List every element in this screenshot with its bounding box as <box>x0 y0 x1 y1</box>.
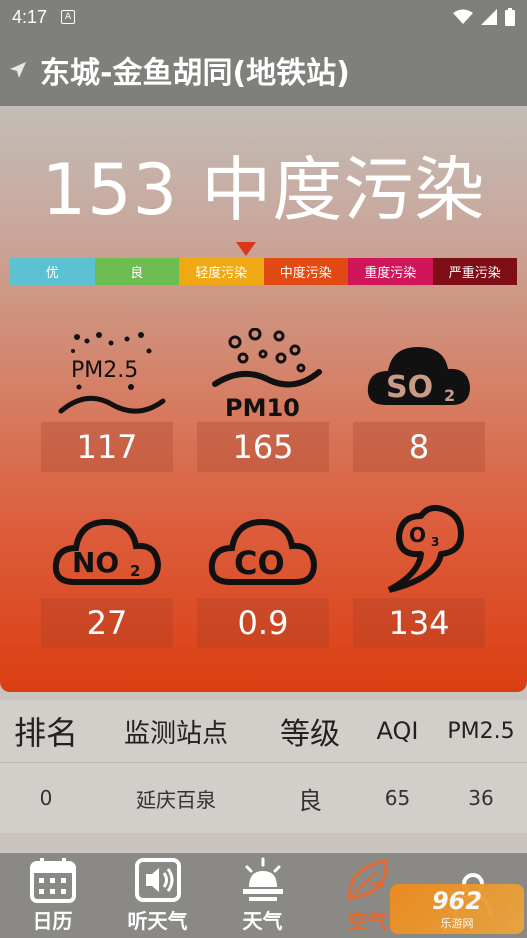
watermark-logo: 962 乐游网 <box>390 884 524 934</box>
pollutant-o3[interactable]: O 3 134 <box>353 504 485 648</box>
signal-icon <box>481 9 497 25</box>
o3-wind-icon: O 3 <box>353 504 485 596</box>
col-level[interactable]: 等级 <box>260 709 360 753</box>
scale-good: 良 <box>94 258 179 285</box>
col-aqi[interactable]: AQI <box>360 717 435 745</box>
wifi-icon <box>453 9 473 24</box>
row-aqi: 65 <box>384 786 411 810</box>
nav-weather[interactable]: 天气 <box>210 853 315 938</box>
svg-text:NO: NO <box>72 546 119 579</box>
pm25-value: 117 <box>41 422 173 472</box>
nav-calendar-label: 日历 <box>32 909 73 933</box>
station-title: 东城-金鱼胡同(地铁站) <box>40 56 350 91</box>
col-pm25[interactable]: PM2.5 <box>435 719 527 744</box>
pm10-icon: PM10 <box>197 328 329 420</box>
svg-text:3: 3 <box>431 535 439 549</box>
nav-listen-weather[interactable]: 听天气 <box>105 853 210 938</box>
svg-text:2: 2 <box>444 386 455 405</box>
pm10-value: 165 <box>197 422 329 472</box>
o3-value: 134 <box>353 598 485 648</box>
nav-calendar[interactable]: 日历 <box>0 853 105 938</box>
scale-excellent: 优 <box>10 258 95 285</box>
nav-air-label: 空气 <box>347 909 388 933</box>
ranking-header: 排名 监测站点 等级 AQI PM2.5 <box>0 700 527 762</box>
pollutant-co[interactable]: CO 0.9 <box>197 504 329 648</box>
leaf-pm-icon: PM <box>347 859 388 902</box>
col-station[interactable]: 监测站点 <box>92 713 260 750</box>
nav-weather-label: 天气 <box>242 909 283 933</box>
pollutant-pm25[interactable]: PM2.5 117 <box>41 328 173 472</box>
co-value: 0.9 <box>197 598 329 648</box>
so2-cloud-icon: SO 2 <box>353 328 485 420</box>
col-rank[interactable]: 排名 <box>0 708 92 754</box>
row-station: 延庆百泉 <box>136 787 216 812</box>
sun-cloud-icon <box>242 857 283 901</box>
nav-listen-label: 听天气 <box>127 909 188 933</box>
row-rank: 0 <box>39 786 53 810</box>
calendar-icon <box>29 858 76 903</box>
notification-icon: A <box>61 10 76 24</box>
svg-text:O: O <box>409 523 426 547</box>
pollutant-no2[interactable]: NO 2 27 <box>41 504 173 648</box>
pollutant-pm10[interactable]: PM10 165 <box>197 328 329 472</box>
watermark-site: 乐游网 <box>440 917 474 930</box>
aqi-card: 153 中度污染 优 良 轻度污染 中度污染 重度污染 严重污染 PM2.5 1… <box>0 106 527 692</box>
location-header[interactable]: 东城-金鱼胡同(地铁站) <box>0 34 527 106</box>
svg-text:CO: CO <box>234 544 285 582</box>
pm25-icon: PM2.5 <box>41 328 173 420</box>
row-pm25: 36 <box>468 786 494 810</box>
table-row[interactable]: 0 延庆百泉 良 65 36 <box>0 763 527 833</box>
row-level: 良 <box>298 786 322 815</box>
svg-text:SO: SO <box>386 370 433 405</box>
svg-text:PM: PM <box>370 880 384 889</box>
svg-text:PM10: PM10 <box>225 394 300 420</box>
no2-value: 27 <box>41 598 173 648</box>
status-icons <box>453 8 515 26</box>
scale-marker-icon <box>236 242 256 256</box>
battery-icon <box>505 8 515 26</box>
so2-value: 8 <box>353 422 485 472</box>
svg-text:2: 2 <box>130 562 140 580</box>
pollutant-so2[interactable]: SO 2 8 <box>353 328 485 472</box>
aqi-value-level: 153 中度污染 <box>41 149 486 231</box>
speaker-icon <box>134 858 181 902</box>
scale-severe: 严重污染 <box>432 258 517 285</box>
watermark-number: 962 <box>431 887 483 915</box>
status-bar: 4:17 A <box>0 0 527 34</box>
scale-heavy: 重度污染 <box>348 258 433 285</box>
scale-light: 轻度污染 <box>179 258 264 285</box>
no2-cloud-icon: NO 2 <box>41 504 173 596</box>
svg-text:PM2.5: PM2.5 <box>71 358 138 383</box>
scale-moderate: 中度污染 <box>263 258 348 285</box>
location-arrow-icon <box>10 62 26 78</box>
aqi-scale: 优 良 轻度污染 中度污染 重度污染 严重污染 <box>10 258 517 285</box>
status-time: 4:17 <box>12 6 48 27</box>
co-cloud-icon: CO <box>197 504 329 596</box>
